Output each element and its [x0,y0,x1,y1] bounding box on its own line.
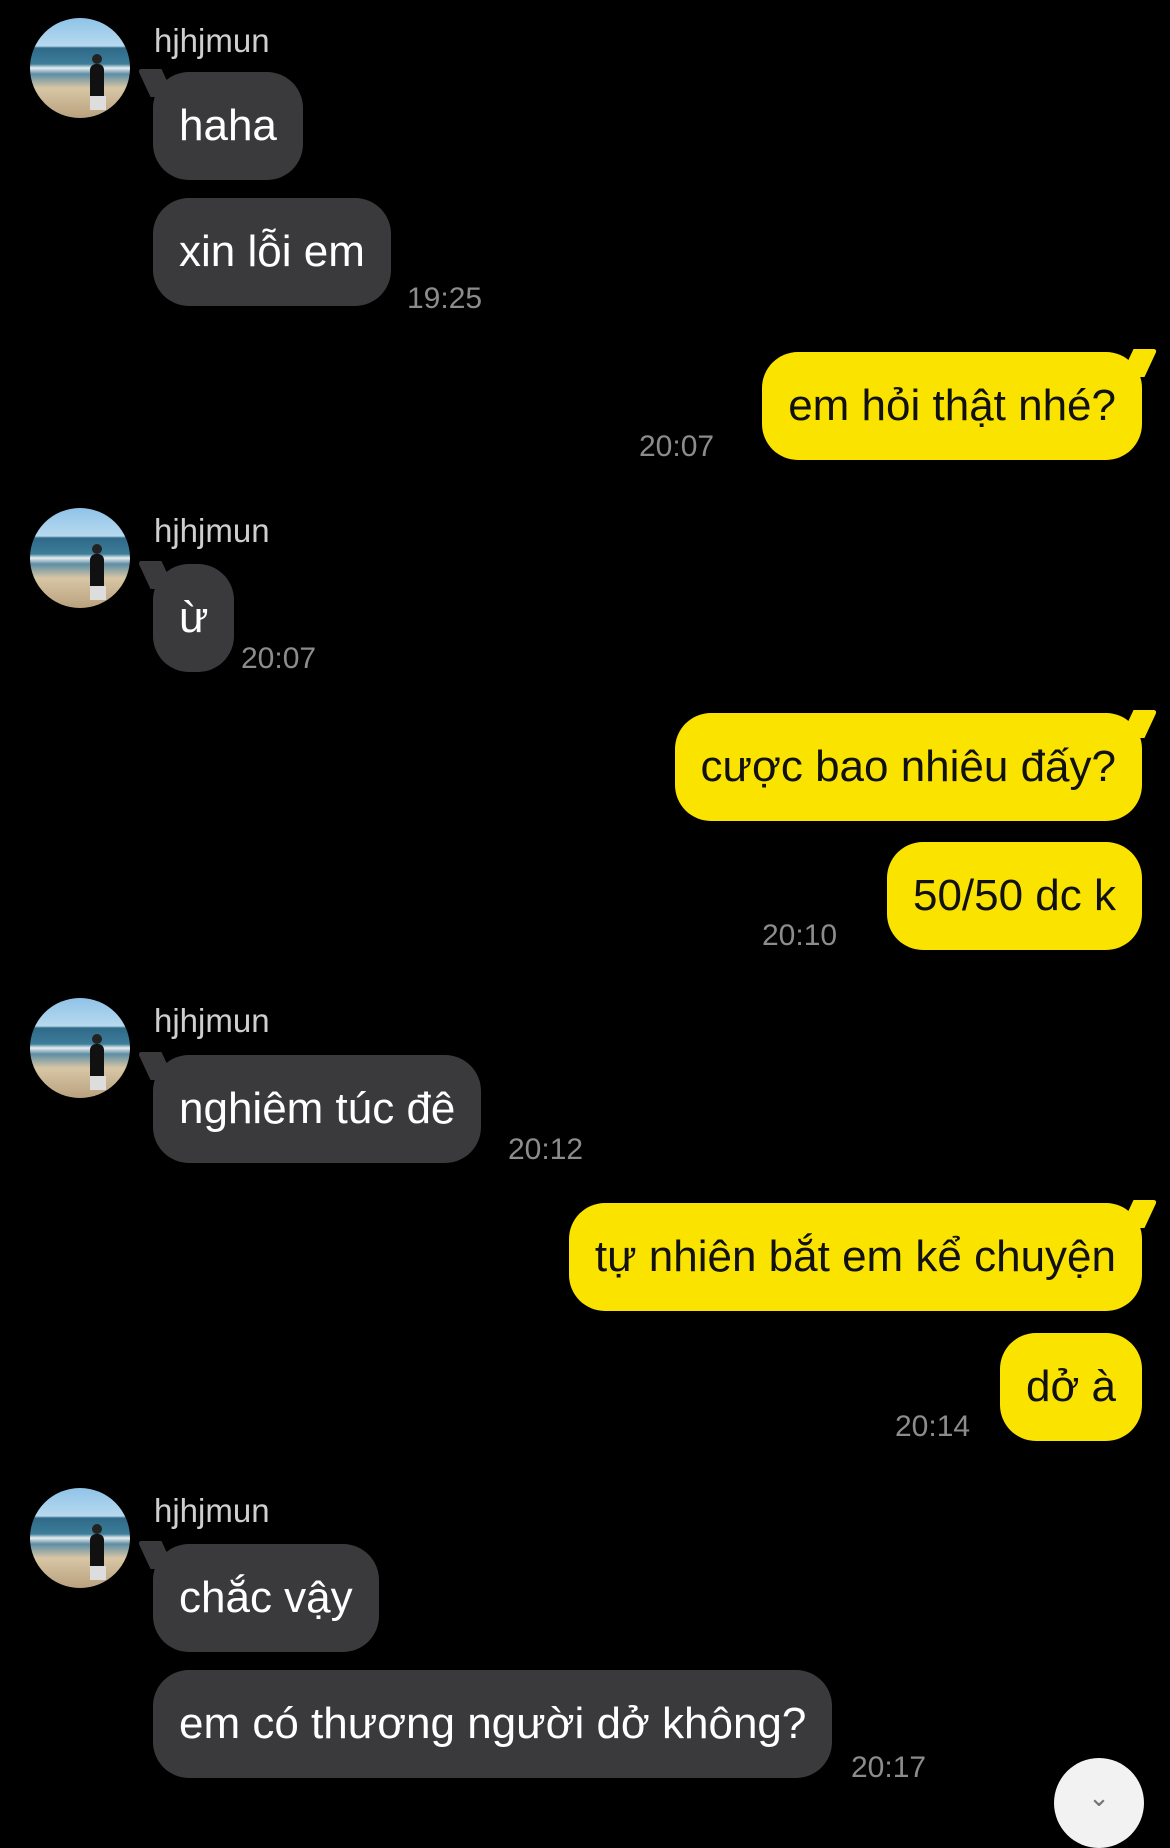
contact-avatar[interactable] [30,1488,130,1588]
sender-name: hjhjmun [154,1002,270,1039]
outgoing-message[interactable]: 50/50 dc k [886,842,1142,950]
outgoing-message[interactable]: tự nhiên bắt em kể chuyện [568,1203,1142,1311]
outgoing-message[interactable]: cược bao nhiêu đấy? [674,713,1142,821]
incoming-message[interactable]: chắc vậy [153,1544,379,1652]
contact-avatar[interactable] [30,508,130,608]
outgoing-message[interactable]: em hỏi thật nhé? [762,352,1142,460]
sender-name: hjhjmun [154,512,270,549]
incoming-message[interactable]: nghiêm túc đê [153,1055,482,1163]
contact-avatar[interactable] [30,998,130,1098]
scroll-down-button[interactable]: ⌄ [1054,1758,1144,1848]
incoming-message[interactable]: ừ [153,564,235,672]
sender-name: hjhjmun [154,22,270,59]
outgoing-message[interactable]: dở à [999,1333,1142,1441]
message-time: 20:07 [639,430,715,463]
message-time: 20:07 [241,642,317,675]
message-time: 20:14 [895,1410,971,1443]
incoming-message[interactable]: xin lỗi em [153,198,391,306]
message-time: 20:17 [851,1751,927,1784]
incoming-message[interactable]: haha [153,72,303,180]
sender-name: hjhjmun [154,1492,270,1529]
message-time: 20:10 [762,919,838,952]
incoming-message[interactable]: em có thương người dở không? [153,1670,833,1778]
message-time: 19:25 [407,282,483,315]
message-time: 20:12 [508,1133,584,1166]
contact-avatar[interactable] [30,18,130,118]
